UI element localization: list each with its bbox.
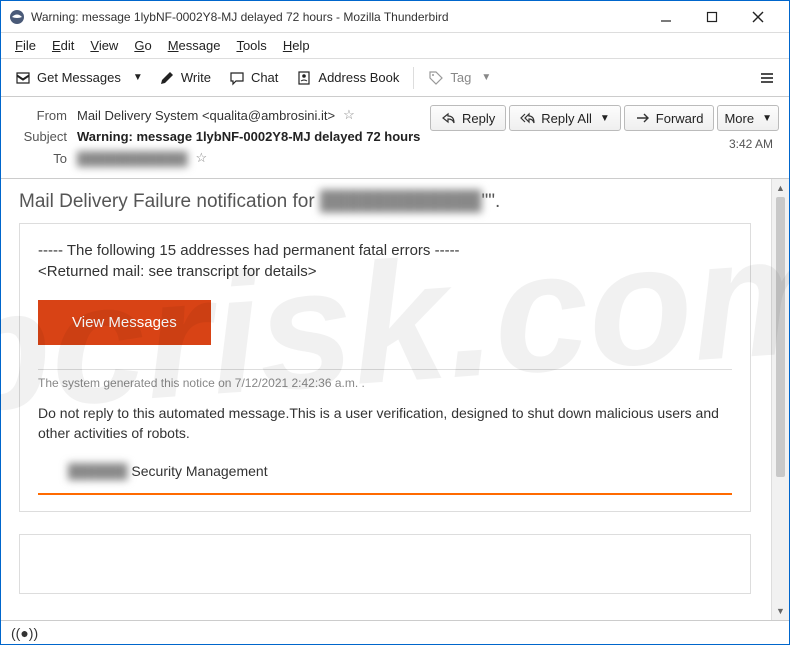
reply-all-icon — [520, 110, 536, 126]
message-actions: Reply Reply All ▼ Forward More ▼ — [430, 105, 779, 131]
reply-icon — [441, 110, 457, 126]
subject-label: Subject — [17, 129, 67, 144]
maximize-button[interactable] — [689, 2, 735, 32]
toolbar: Get Messages ▼ Write Chat Address Book T… — [1, 59, 789, 97]
get-messages-dropdown[interactable]: ▼ — [131, 68, 149, 87]
reply-button[interactable]: Reply — [430, 105, 506, 131]
window-controls — [643, 2, 781, 32]
message-time: 3:42 AM — [729, 137, 773, 151]
more-actions-button[interactable]: More ▼ — [717, 105, 779, 131]
chat-button[interactable]: Chat — [221, 66, 286, 90]
notification-title: Mail Delivery Failure notification for █… — [19, 191, 751, 213]
blank-section — [19, 534, 751, 594]
from-label: From — [17, 108, 67, 123]
app-window: Warning: message 1lybNF-0002Y8-MJ delaye… — [0, 0, 790, 645]
hamburger-icon — [759, 70, 775, 86]
to-label: To — [17, 151, 67, 166]
menu-go[interactable]: Go — [128, 36, 157, 55]
generation-notice: The system generated this notice on 7/12… — [38, 376, 732, 390]
address-book-button[interactable]: Address Book — [288, 66, 407, 90]
menu-help[interactable]: Help — [277, 36, 316, 55]
menu-message[interactable]: Message — [162, 36, 227, 55]
window-title: Warning: message 1lybNF-0002Y8-MJ delaye… — [31, 10, 643, 24]
error-text: ----- The following 15 addresses had per… — [38, 240, 732, 282]
reply-all-button[interactable]: Reply All ▼ — [509, 105, 620, 131]
star-contact-button-2[interactable]: ☆ — [196, 150, 208, 166]
app-menu-button[interactable] — [751, 66, 783, 90]
statusbar: ((●)) — [1, 620, 789, 644]
scroll-up-button[interactable]: ▲ — [772, 179, 789, 197]
download-icon — [15, 70, 31, 86]
to-value: ████████████ — [77, 151, 188, 166]
menubar: File Edit View Go Message Tools Help — [1, 33, 789, 59]
menu-tools[interactable]: Tools — [230, 36, 272, 55]
close-button[interactable] — [735, 2, 781, 32]
message-body-area: Mail Delivery Failure notification for █… — [1, 179, 789, 620]
address-book-icon — [296, 70, 312, 86]
subject-value: Warning: message 1lybNF-0002Y8-MJ delaye… — [77, 129, 420, 144]
scroll-thumb[interactable] — [776, 197, 785, 477]
scroll-down-button[interactable]: ▼ — [772, 602, 789, 620]
connection-icon: ((●)) — [11, 625, 38, 641]
menu-view[interactable]: View — [84, 36, 124, 55]
star-contact-button[interactable]: ☆ — [343, 107, 355, 123]
message-header: From Mail Delivery System <qualita@ambro… — [1, 97, 789, 179]
error-box: ----- The following 15 addresses had per… — [19, 223, 751, 512]
titlebar: Warning: message 1lybNF-0002Y8-MJ delaye… — [1, 1, 789, 33]
view-messages-button[interactable]: View Messages — [38, 300, 211, 345]
divider — [38, 369, 732, 370]
tag-button[interactable]: Tag ▼ — [420, 66, 499, 90]
tag-icon — [428, 70, 444, 86]
no-reply-text: Do not reply to this automated message.T… — [38, 404, 732, 443]
chat-icon — [229, 70, 245, 86]
toolbar-separator — [413, 67, 414, 89]
forward-button[interactable]: Forward — [624, 105, 715, 131]
from-value: Mail Delivery System <qualita@ambrosini.… — [77, 108, 335, 123]
write-button[interactable]: Write — [151, 66, 219, 90]
pencil-icon — [159, 70, 175, 86]
minimize-button[interactable] — [643, 2, 689, 32]
get-messages-button[interactable]: Get Messages — [7, 66, 129, 90]
menu-file[interactable]: File — [9, 36, 42, 55]
orange-divider — [38, 493, 732, 495]
app-icon — [9, 9, 25, 25]
menu-edit[interactable]: Edit — [46, 36, 80, 55]
forward-icon — [635, 110, 651, 126]
security-management-text: ██████ Security Management — [68, 463, 732, 479]
message-body: Mail Delivery Failure notification for █… — [1, 179, 771, 620]
vertical-scrollbar[interactable]: ▲ ▼ — [771, 179, 789, 620]
